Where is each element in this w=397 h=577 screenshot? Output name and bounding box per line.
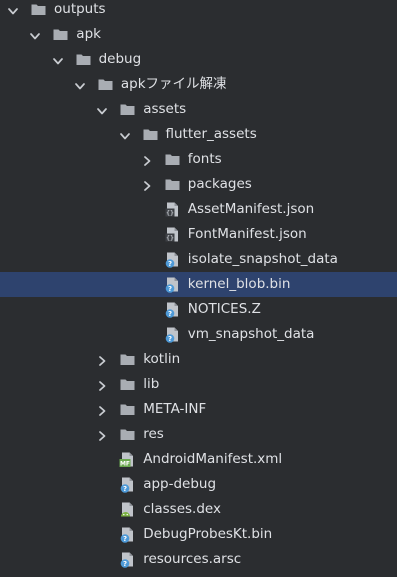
tree-item-label: kernel_blob.bin [187, 276, 291, 292]
unknown-file-icon: ? [119, 526, 136, 543]
folder-icon [75, 51, 92, 68]
tree-item-label: lib [143, 376, 160, 392]
tree-folder-row[interactable]: assets [0, 97, 397, 122]
folder-icon [164, 176, 181, 193]
tree-file-row[interactable]: ? resources.arsc [0, 547, 397, 572]
unknown-file-icon: ? [164, 326, 181, 343]
unknown-file-icon: ? [164, 251, 181, 268]
svg-text:?: ? [168, 335, 172, 343]
folder-icon [142, 126, 159, 143]
svg-text:?: ? [123, 535, 127, 543]
tree-folder-row[interactable]: apk [0, 22, 397, 47]
tree-item-label: apk [76, 26, 101, 42]
unknown-file-icon: ? [164, 301, 181, 318]
json-file-icon: {} [164, 201, 181, 218]
svg-text:MF: MF [120, 461, 130, 468]
tree-file-row[interactable]: ? NOTICES.Z [0, 297, 397, 322]
tree-item-label: debug [98, 51, 142, 67]
tree-file-row[interactable]: {} AssetManifest.json [0, 197, 397, 222]
chevron-down-icon[interactable] [75, 79, 85, 90]
manifest-file-icon: MF [119, 451, 136, 468]
project-tree: outputs apk debug apkファイル解凍 assets flutter_as… [0, 0, 397, 572]
tree-item-label: NOTICES.Z [187, 301, 261, 317]
unknown-file-icon: ? [164, 276, 181, 293]
chevron-down-icon[interactable] [30, 29, 41, 40]
unknown-file-icon: ? [119, 476, 136, 493]
tree-file-row[interactable]: ? isolate_snapshot_data [0, 247, 397, 272]
folder-icon [97, 76, 114, 93]
chevron-down-icon[interactable] [8, 4, 18, 15]
chevron-right-icon[interactable] [142, 154, 152, 166]
tree-item-label: DebugProbesKt.bin [143, 526, 273, 542]
tree-item-label: res [143, 426, 164, 442]
tree-item-label: kotlin [143, 351, 181, 367]
chevron-right-icon[interactable] [97, 354, 107, 366]
tree-item-label: assets [143, 101, 187, 117]
folder-icon [164, 151, 181, 168]
tree-folder-row[interactable]: flutter_assets [0, 122, 397, 147]
tree-file-row[interactable]: classes.dex [0, 497, 397, 522]
chevron-right-icon[interactable] [97, 429, 107, 441]
chevron-down-icon[interactable] [52, 54, 63, 65]
chevron-right-icon[interactable] [142, 179, 152, 191]
svg-text:{}: {} [166, 209, 174, 217]
tree-folder-row[interactable]: res [0, 422, 397, 447]
tree-folder-row[interactable]: lib [0, 372, 397, 397]
tree-folder-row[interactable]: kotlin [0, 347, 397, 372]
tree-folder-row[interactable]: packages [0, 172, 397, 197]
tree-folder-row[interactable]: META-INF [0, 397, 397, 422]
folder-icon [119, 101, 136, 118]
svg-text:{}: {} [166, 234, 174, 242]
tree-item-label: isolate_snapshot_data [187, 251, 338, 267]
json-file-icon: {} [164, 226, 181, 243]
tree-item-label: FontManifest.json [187, 226, 307, 242]
chevron-down-icon[interactable] [97, 104, 108, 115]
svg-text:?: ? [168, 285, 172, 293]
svg-text:?: ? [168, 310, 172, 318]
tree-item-label: classes.dex [143, 501, 221, 517]
svg-text:?: ? [168, 260, 172, 268]
tree-item-label: flutter_assets [165, 126, 257, 142]
folder-icon [30, 1, 47, 18]
chevron-down-icon[interactable] [119, 129, 130, 140]
dex-file-icon [119, 501, 136, 518]
folder-icon [52, 26, 69, 43]
tree-file-row[interactable]: ? app-debug [0, 472, 397, 497]
tree-item-label: packages [187, 176, 252, 192]
svg-text:?: ? [123, 485, 127, 493]
svg-text:?: ? [123, 560, 127, 568]
tree-file-row[interactable]: ? vm_snapshot_data [0, 322, 397, 347]
tree-item-label: app-debug [143, 476, 217, 492]
folder-icon [119, 426, 136, 443]
tree-folder-row[interactable]: outputs [0, 0, 397, 22]
chevron-right-icon[interactable] [97, 404, 107, 416]
tree-item-label: AndroidManifest.xml [143, 451, 283, 467]
unknown-file-icon: ? [119, 551, 136, 568]
tree-file-row[interactable]: ? DebugProbesKt.bin [0, 522, 397, 547]
chevron-right-icon[interactable] [97, 379, 107, 391]
tree-file-row[interactable]: ? kernel_blob.bin [0, 272, 397, 297]
tree-item-label: outputs [54, 1, 106, 17]
folder-icon [119, 351, 136, 368]
tree-item-label: resources.arsc [143, 551, 242, 567]
tree-file-row[interactable]: {} FontManifest.json [0, 222, 397, 247]
tree-item-label: META-INF [143, 401, 207, 417]
tree-item-label: fonts [187, 151, 222, 167]
tree-item-label: AssetManifest.json [187, 201, 315, 217]
tree-file-row[interactable]: MF AndroidManifest.xml [0, 447, 397, 472]
tree-item-label: apkファイル解凍 [120, 76, 227, 92]
tree-folder-row[interactable]: fonts [0, 147, 397, 172]
tree-folder-row[interactable]: debug [0, 47, 397, 72]
folder-icon [119, 376, 136, 393]
tree-item-label: vm_snapshot_data [187, 326, 315, 342]
folder-icon [119, 401, 136, 418]
tree-folder-row[interactable]: apkファイル解凍 [0, 72, 397, 97]
